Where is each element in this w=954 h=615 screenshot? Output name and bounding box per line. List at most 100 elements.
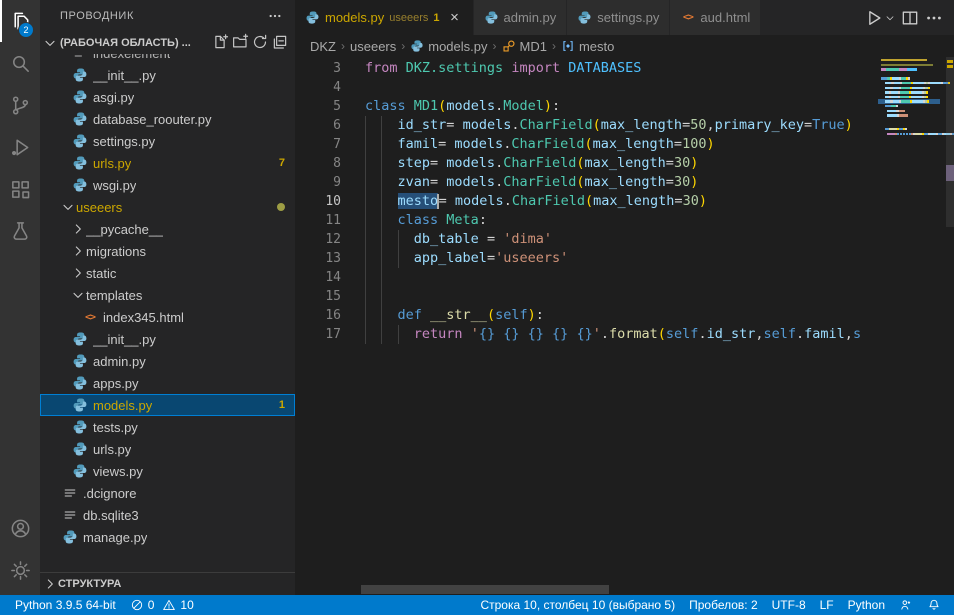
code-line-17[interactable]: 17 return '{} {} {} {} {}'.format(self.i… bbox=[295, 325, 870, 344]
horizontal-scrollbar[interactable] bbox=[295, 584, 870, 595]
activity-item-manage[interactable] bbox=[0, 549, 40, 591]
status-cursor-position[interactable]: Строка 10, столбец 10 (выбрано 5) bbox=[473, 595, 682, 615]
run-dropdown-button[interactable] bbox=[884, 12, 896, 24]
status-problems[interactable]: 010 bbox=[123, 595, 201, 615]
code-line-8[interactable]: 8 step= models.CharField(max_length=30) bbox=[295, 154, 870, 173]
breadcrumb-label: useeers bbox=[350, 39, 396, 54]
status-language-mode[interactable]: Python bbox=[841, 595, 892, 615]
tree-item-manage.py[interactable]: manage.py bbox=[40, 526, 295, 548]
tree-item-static[interactable]: static bbox=[40, 262, 295, 284]
minimap[interactable] bbox=[878, 57, 946, 583]
activity-item-run-and-debug[interactable] bbox=[0, 126, 40, 168]
outline-section-header[interactable]: СТРУКТУРА bbox=[40, 572, 295, 595]
breadcrumb-item-useeers[interactable]: useeers bbox=[350, 39, 396, 54]
tree-item-indexelement[interactable]: indexelement bbox=[40, 54, 295, 64]
token: 'useeers' bbox=[495, 250, 568, 266]
tree-item-asgi.py[interactable]: asgi.py bbox=[40, 86, 295, 108]
tree-item-tests.py[interactable]: tests.py bbox=[40, 416, 295, 438]
activity-item-explorer[interactable]: 2 bbox=[0, 0, 40, 42]
activity-item-accounts[interactable] bbox=[0, 507, 40, 549]
tree-item-label: templates bbox=[86, 288, 142, 303]
tree-item-urls.py[interactable]: urls.py bbox=[40, 438, 295, 460]
tree-item-templates[interactable]: templates bbox=[40, 284, 295, 306]
split-editor-button[interactable] bbox=[900, 8, 920, 28]
code-editor[interactable]: 3from DKZ.settings import DATABASES45cla… bbox=[295, 57, 954, 595]
code-line-10[interactable]: 10 mesto= models.CharField(max_length=30… bbox=[295, 192, 870, 211]
status-python-interpreter[interactable]: Python 3.9.5 64-bit bbox=[8, 595, 123, 615]
code-line-4[interactable]: 4 bbox=[295, 78, 870, 97]
code-line-12[interactable]: 12 db_table = 'dima' bbox=[295, 230, 870, 249]
tree-item-apps.py[interactable]: apps.py bbox=[40, 372, 295, 394]
code-line-11[interactable]: 11 class Meta: bbox=[295, 211, 870, 230]
activity-item-testing[interactable] bbox=[0, 210, 40, 252]
activity-item-extensions[interactable] bbox=[0, 168, 40, 210]
breadcrumb-item-models.py[interactable]: models.py bbox=[410, 39, 487, 54]
token: 100 bbox=[682, 136, 706, 152]
new-folder-icon[interactable] bbox=[231, 33, 249, 51]
overview-ruler[interactable] bbox=[946, 57, 954, 583]
indent-guide bbox=[398, 230, 399, 249]
token: Model bbox=[503, 98, 544, 114]
status-encoding[interactable]: UTF-8 bbox=[765, 595, 813, 615]
tab-admin.py[interactable]: admin.py bbox=[474, 0, 568, 35]
tree-item-settings.py[interactable]: settings.py bbox=[40, 130, 295, 152]
tab-settings.py[interactable]: settings.py bbox=[567, 0, 670, 35]
tree-item-db.sqlite3[interactable]: db.sqlite3 bbox=[40, 504, 295, 526]
tree-item-models.py[interactable]: models.py1 bbox=[40, 394, 295, 416]
minimap-line bbox=[881, 100, 929, 103]
tree-item-views.py[interactable]: views.py bbox=[40, 460, 295, 482]
collapse-all-icon[interactable] bbox=[271, 33, 289, 51]
token: ( bbox=[576, 174, 584, 190]
code-line-14[interactable]: 14 bbox=[295, 268, 870, 287]
vertical-scrollbar-slider[interactable] bbox=[946, 57, 954, 227]
tab-aud.html[interactable]: <>aud.html bbox=[670, 0, 761, 35]
code-line-16[interactable]: 16 def __str__(self): bbox=[295, 306, 870, 325]
minimap-line bbox=[881, 64, 933, 67]
status-feedback[interactable] bbox=[892, 595, 920, 615]
activity-bar: 2 bbox=[0, 0, 40, 595]
breadcrumb-item-MD1[interactable]: MD1 bbox=[502, 39, 547, 54]
tree-item-label: admin.py bbox=[93, 354, 146, 369]
tree-item-.dcignore[interactable]: .dcignore bbox=[40, 482, 295, 504]
code-line-5[interactable]: 5class MD1(models.Model): bbox=[295, 97, 870, 116]
code-line-3[interactable]: 3from DKZ.settings import DATABASES bbox=[295, 59, 870, 78]
tree-item-__init__.py[interactable]: __init__.py bbox=[40, 64, 295, 86]
code-line-6[interactable]: 6 id_str= models.CharField(max_length=50… bbox=[295, 116, 870, 135]
code-line-9[interactable]: 9 zvan= models.CharField(max_length=30) bbox=[295, 173, 870, 192]
tree-item-database_roouter.py[interactable]: database_roouter.py bbox=[40, 108, 295, 130]
status-eol[interactable]: LF bbox=[813, 595, 841, 615]
token: ) bbox=[690, 155, 698, 171]
code-line-15[interactable]: 15 bbox=[295, 287, 870, 306]
tree-item-admin.py[interactable]: admin.py bbox=[40, 350, 295, 372]
activity-item-source-control[interactable] bbox=[0, 84, 40, 126]
tree-item-wsgi.py[interactable]: wsgi.py bbox=[40, 174, 295, 196]
indent-guide bbox=[365, 230, 366, 249]
tab-models.py[interactable]: models.pyuseeers1× bbox=[295, 0, 474, 35]
tree-item-urls.py[interactable]: urls.py7 bbox=[40, 152, 295, 174]
breadcrumb-item-mesto[interactable]: mesto bbox=[561, 39, 614, 54]
new-file-icon[interactable] bbox=[211, 33, 229, 51]
indent-guide bbox=[365, 211, 366, 230]
workspace-section-header[interactable]: (РАБОЧАЯ ОБЛАСТЬ) ... bbox=[40, 32, 295, 54]
run-button[interactable] bbox=[864, 8, 884, 28]
token bbox=[495, 326, 503, 342]
tree-item-__init__.py[interactable]: __init__.py bbox=[40, 328, 295, 350]
status-notifications[interactable] bbox=[920, 595, 948, 615]
code-line-13[interactable]: 13 app_label='useeers' bbox=[295, 249, 870, 268]
tree-item-migrations[interactable]: migrations bbox=[40, 240, 295, 262]
code-lines: 3from DKZ.settings import DATABASES45cla… bbox=[295, 59, 870, 344]
editor-group: models.pyuseeers1×admin.py settings.py <>a… bbox=[295, 0, 954, 595]
more-actions-icon[interactable] bbox=[267, 8, 283, 24]
tab-label: settings.py bbox=[597, 10, 659, 25]
horizontal-scrollbar-slider[interactable] bbox=[361, 585, 609, 594]
status-indentation[interactable]: Пробелов: 2 bbox=[682, 595, 765, 615]
more-actions-button[interactable] bbox=[924, 8, 944, 28]
tree-item-useeers[interactable]: useeers bbox=[40, 196, 295, 218]
activity-item-search[interactable] bbox=[0, 42, 40, 84]
close-icon[interactable]: × bbox=[447, 9, 463, 26]
tree-item-index345.html[interactable]: <>index345.html bbox=[40, 306, 295, 328]
tree-item-__pycache__[interactable]: __pycache__ bbox=[40, 218, 295, 240]
refresh-icon[interactable] bbox=[251, 33, 269, 51]
breadcrumb-item-DKZ[interactable]: DKZ bbox=[310, 39, 336, 54]
code-line-7[interactable]: 7 famil= models.CharField(max_length=100… bbox=[295, 135, 870, 154]
